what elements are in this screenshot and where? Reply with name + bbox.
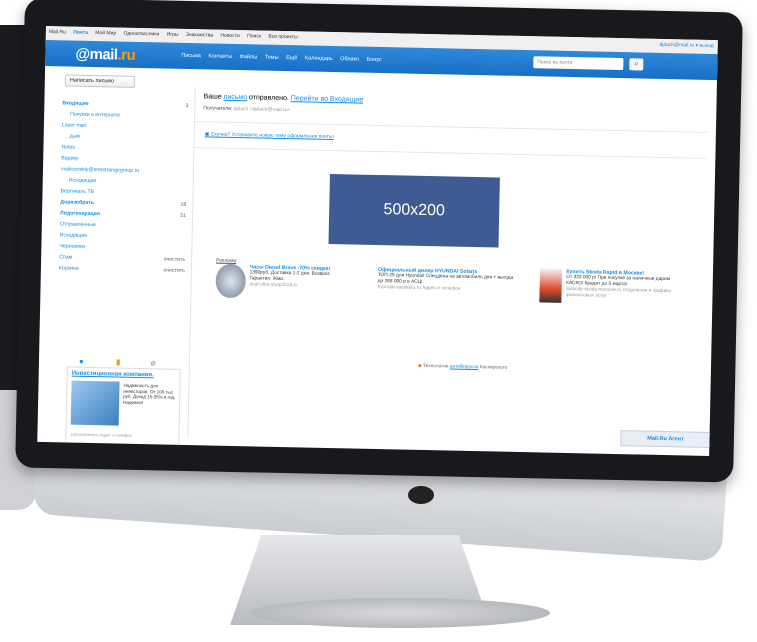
main-nav: Письма Контакты Файлы Темы Ещё Календарь… bbox=[181, 53, 388, 63]
topbar-link-mailru[interactable]: Mail.Ru bbox=[49, 29, 66, 35]
dot-icon[interactable]: ● bbox=[79, 357, 84, 366]
logo-mail: mail bbox=[89, 45, 118, 64]
nav-calendar[interactable]: Календарь bbox=[305, 55, 333, 62]
nav-bonus[interactable]: Бонус bbox=[367, 57, 382, 63]
topbar-link-ok[interactable]: Одноклассники bbox=[124, 31, 160, 38]
topbar-link-games[interactable]: Игры bbox=[167, 32, 179, 38]
nav-more[interactable]: Ещё bbox=[286, 55, 297, 61]
logo-at: @ bbox=[75, 45, 90, 63]
main-content: Ваше письмо отправлено. Перейти во Входя… bbox=[187, 87, 711, 449]
monitor-logo bbox=[408, 486, 434, 504]
palette-icon: ▣ bbox=[204, 131, 210, 138]
nav-cloud[interactable]: Облако bbox=[340, 56, 359, 62]
topbar-link-all[interactable]: Все проекты bbox=[268, 34, 297, 41]
recipient-value: dplach <dplach@mail.ru> bbox=[233, 105, 291, 114]
divider bbox=[195, 121, 707, 133]
recipients-line: Получатели: dplach <dplach@mail.ru> bbox=[203, 105, 291, 114]
nav-letters[interactable]: Письма bbox=[181, 53, 201, 59]
logo-ru: ru bbox=[121, 46, 136, 64]
antivirus-link[interactable]: антиВирусов bbox=[450, 365, 479, 371]
nav-contacts[interactable]: Контакты bbox=[208, 53, 232, 59]
banner-placeholder[interactable]: 500x200 bbox=[328, 173, 500, 248]
bookmark-icon[interactable]: ▮ bbox=[116, 358, 121, 367]
antivirus-note: ◆ Технологии антиВирусов Касперского bbox=[417, 363, 508, 371]
search-input[interactable]: Поиск по почте bbox=[533, 56, 624, 71]
topbar-link-pochta[interactable]: Почта bbox=[73, 30, 88, 36]
sidebar-ad-image bbox=[70, 380, 120, 426]
compose-button[interactable]: Написать письмо bbox=[64, 74, 135, 88]
shield-icon: ◆ bbox=[417, 363, 422, 369]
mailru-logo[interactable]: @mail.ru bbox=[75, 46, 135, 64]
sidebar-ad-title[interactable]: Инвестиционная компания. bbox=[72, 371, 154, 379]
ad-source: autocity-skoda-moscow.ru Отделения и гра… bbox=[565, 286, 672, 299]
sidebar-ad[interactable]: Инвестиционная компания. Надежность для … bbox=[65, 366, 181, 447]
screen: Mail.Ru Почта Мой Мир Одноклассники Игры… bbox=[37, 26, 718, 456]
topbar-link-moymir[interactable]: Мой Мир bbox=[95, 30, 116, 36]
theme-promo-link[interactable]: ▣ Скучно? Установите новую тему оформлен… bbox=[205, 131, 334, 140]
topbar-link-news[interactable]: Новости bbox=[220, 33, 239, 39]
sent-confirmation: Ваше письмо отправлено. Перейти во Входя… bbox=[203, 93, 364, 104]
ad-block-1[interactable]: Часы Diesel Brave -70% скидка! 1390руб. … bbox=[215, 263, 352, 301]
folder-trash[interactable]: Корзина очистить bbox=[59, 263, 185, 277]
folder-list: Входящие 3 Покупки в интернете Laser man … bbox=[59, 98, 189, 277]
nav-files[interactable]: Файлы bbox=[240, 54, 258, 60]
watch-image bbox=[215, 263, 246, 299]
user-menu[interactable]: dplach@mail.ru ▾ выход bbox=[659, 42, 714, 49]
agent-button[interactable]: Mail.Ru Агент bbox=[620, 430, 711, 449]
paperclip-icon[interactable]: ⌀ bbox=[151, 358, 156, 367]
ad-source: dual-ultra-shop2018.ru bbox=[249, 282, 298, 289]
clear-trash-button[interactable]: очистить bbox=[163, 266, 185, 277]
topbar-link-dating[interactable]: Знакомства bbox=[186, 32, 213, 39]
clear-spam-button[interactable]: очистить bbox=[164, 255, 186, 266]
search-icon[interactable]: ⌕ bbox=[629, 58, 644, 71]
go-inbox-link[interactable]: Перейти во Входящие bbox=[291, 95, 363, 104]
sent-letter-link[interactable]: письмо bbox=[224, 94, 248, 101]
monitor-stand-foot bbox=[250, 598, 550, 628]
topbar-link-search[interactable]: Поиск bbox=[247, 33, 261, 39]
sidebar-ad-source: x3investment.ru Адрес и телефон bbox=[70, 431, 132, 438]
ad-block-3[interactable]: Купить Skoda Rapid в Москве! От 333 000 … bbox=[539, 268, 676, 305]
nav-themes[interactable]: Темы bbox=[265, 55, 279, 61]
divider bbox=[194, 147, 707, 159]
ad-block-2[interactable]: Официальный дилер HYUNDAI Solaris ТОП-25… bbox=[378, 267, 514, 294]
sidebar-ad-text: Надежность для инвесторов. От 100 тыс ру… bbox=[123, 382, 176, 405]
car-image bbox=[539, 268, 563, 303]
